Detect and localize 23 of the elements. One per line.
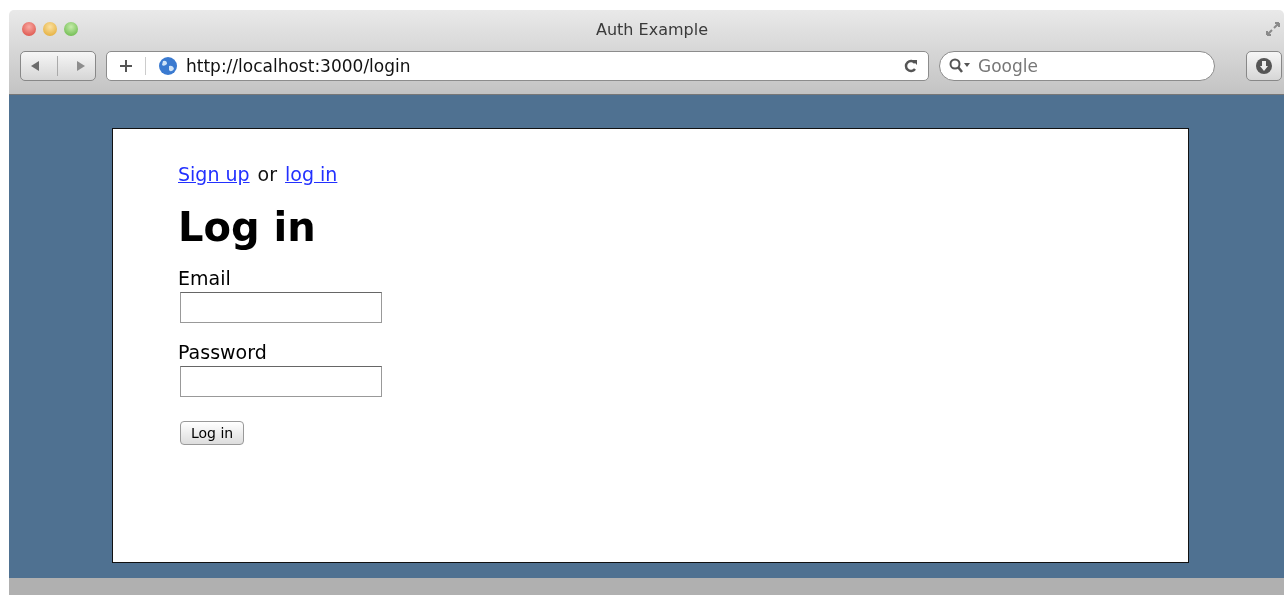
downloads-button[interactable] xyxy=(1246,51,1282,81)
close-icon[interactable] xyxy=(22,22,36,36)
nav-link[interactable]: log in xyxy=(285,163,338,186)
input-field[interactable] xyxy=(180,291,382,323)
window-title: Auth Example xyxy=(596,19,709,39)
download-icon xyxy=(1255,57,1273,75)
search-field[interactable]: Google xyxy=(939,51,1215,81)
globe-icon xyxy=(158,56,178,76)
input-field[interactable] xyxy=(180,365,382,397)
back-forward-button[interactable] xyxy=(20,51,96,81)
back-icon[interactable] xyxy=(29,60,42,72)
field-label: Email xyxy=(178,267,231,290)
page-heading: Log in xyxy=(178,207,317,248)
reload-icon[interactable] xyxy=(904,58,918,74)
forward-icon[interactable] xyxy=(74,60,87,72)
url-text: http://localhost:3000/login xyxy=(186,56,411,76)
nav-text: or xyxy=(257,163,278,186)
fullscreen-icon[interactable] xyxy=(1266,22,1280,36)
nav-link[interactable]: Sign up xyxy=(178,163,250,186)
plus-icon[interactable] xyxy=(119,59,133,73)
login-button[interactable]: Log in xyxy=(180,420,245,445)
address-bar[interactable]: http://localhost:3000/login xyxy=(106,51,929,81)
field-label: Password xyxy=(178,340,267,364)
